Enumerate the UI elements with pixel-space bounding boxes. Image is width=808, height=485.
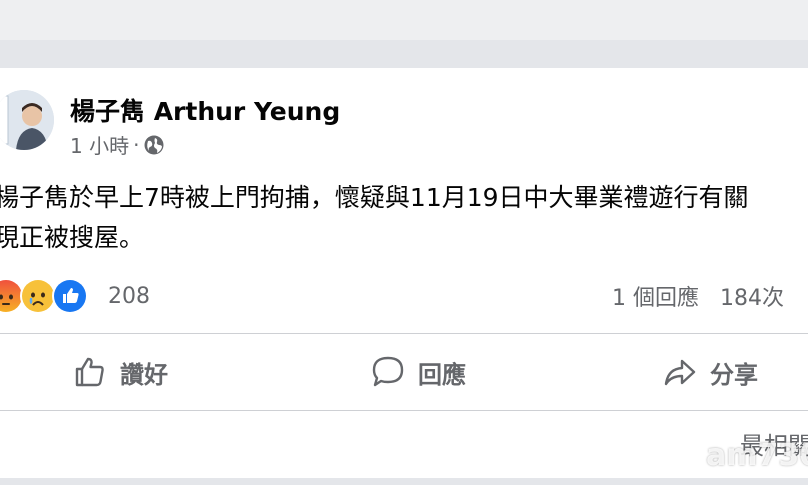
post-stats: 1 個回應 184次 — [612, 280, 784, 312]
like-icon — [52, 278, 88, 314]
comment-icon — [372, 356, 404, 387]
like-button[interactable]: 讚好 — [72, 350, 168, 394]
sad-icon — [20, 278, 56, 314]
share-count[interactable]: 184次 — [720, 286, 784, 311]
comment-label: 回應 — [418, 360, 466, 389]
share-button[interactable]: 分享 — [662, 350, 758, 394]
top-strip — [0, 0, 808, 40]
divider — [0, 333, 808, 334]
author-avatar[interactable] — [0, 90, 54, 150]
post-text-line-1: 楊子雋於早上7時被上門拘捕，懷疑與11月19日中大畢業禮遊行有關 — [0, 183, 749, 212]
watermark-logo: am730 — [706, 438, 808, 473]
reaction-summary[interactable]: 208 — [0, 278, 150, 314]
post-text: 楊子雋於早上7時被上門拘捕，懷疑與11月19日中大畢業禮遊行有關 現正被搜屋。 — [0, 178, 808, 258]
thumbs-up-icon — [75, 357, 104, 387]
like-label: 讚好 — [120, 360, 168, 389]
share-label: 分享 — [710, 360, 758, 389]
post-author-name[interactable]: 楊子雋 Arthur Yeung — [70, 92, 340, 128]
post-text-line-2: 現正被搜屋。 — [0, 223, 145, 252]
comment-count[interactable]: 1 個回應 — [612, 286, 699, 311]
reaction-count[interactable]: 208 — [108, 284, 150, 309]
share-icon — [664, 359, 696, 386]
divider — [0, 410, 808, 411]
comment-button[interactable]: 回應 — [370, 350, 466, 394]
post-card: 楊子雋 Arthur Yeung 1 小時 · 楊子雋於早上7時被上門拘捕，懷疑… — [0, 68, 808, 478]
post-meta: 1 小時 · — [70, 130, 165, 159]
globe-icon[interactable] — [143, 134, 165, 156]
meta-dot: · — [133, 132, 140, 157]
post-time[interactable]: 1 小時 — [70, 130, 129, 159]
